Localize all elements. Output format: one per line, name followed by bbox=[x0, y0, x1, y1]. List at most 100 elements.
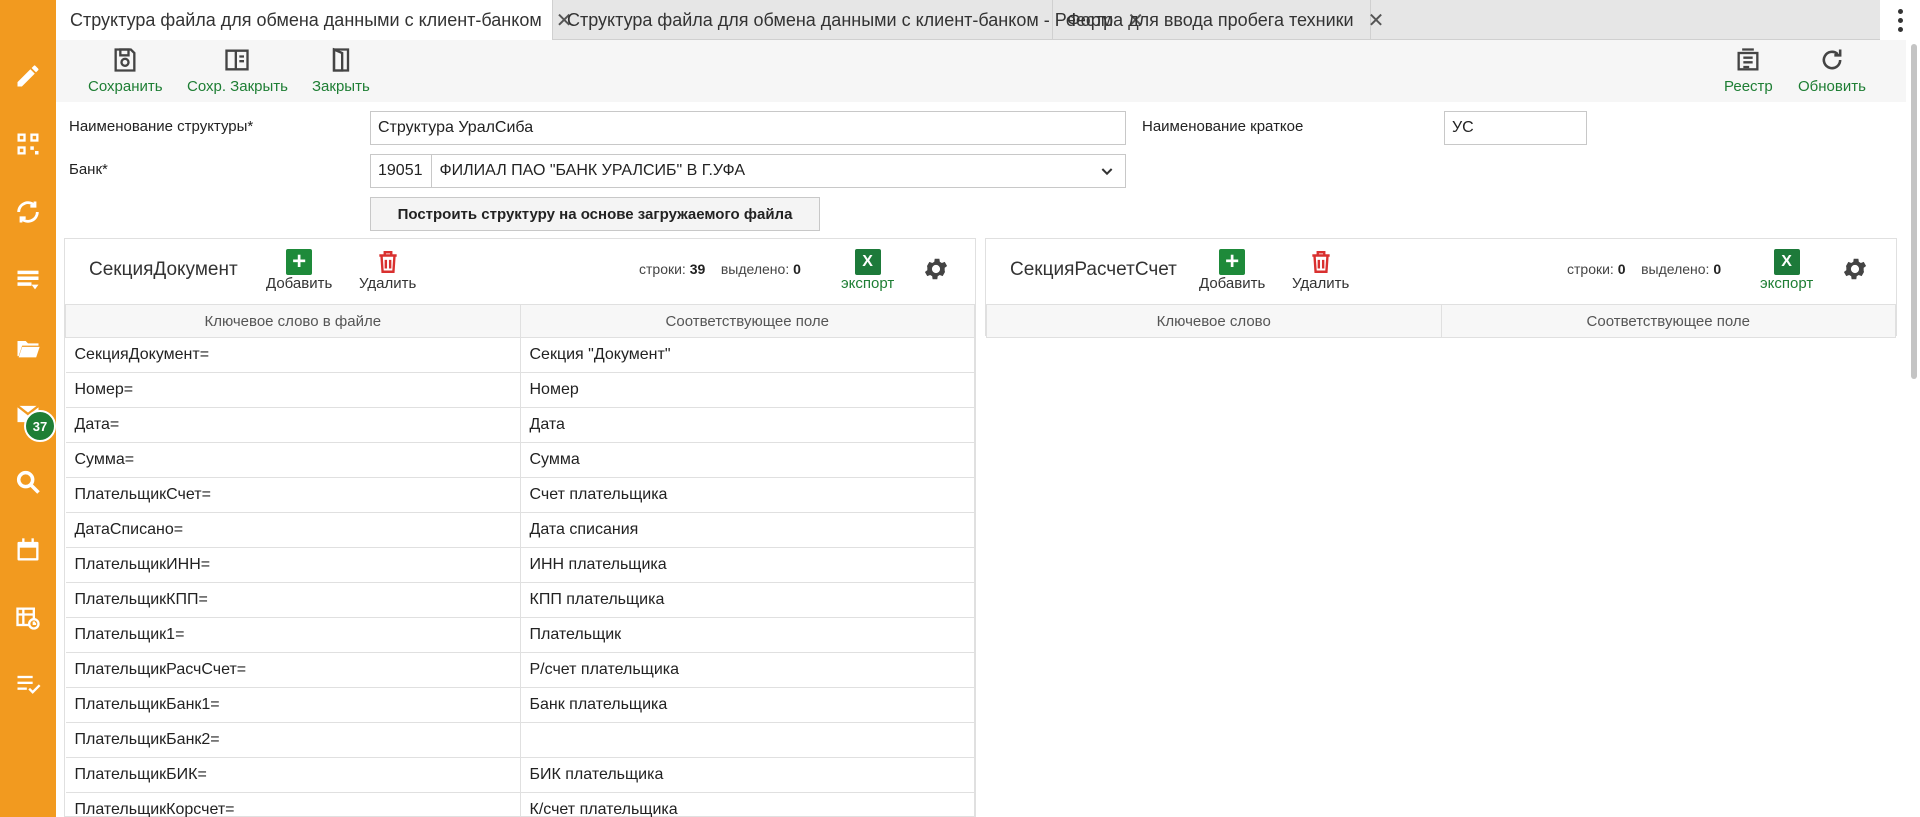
field-cell[interactable]: Банк плательщика bbox=[520, 687, 975, 723]
table-row[interactable]: Сумма= Сумма bbox=[65, 442, 975, 478]
document-section-table: Ключевое слово в файле Соответствующее п… bbox=[65, 304, 975, 817]
keyword-cell[interactable]: ДатаСписано= bbox=[65, 512, 521, 548]
column-header-field[interactable]: Соответствующее поле bbox=[519, 304, 975, 338]
table-row[interactable]: Дата= Дата bbox=[65, 407, 975, 443]
field-cell[interactable]: БИК плательщика bbox=[520, 757, 975, 793]
keyword-cell[interactable]: Дата= bbox=[65, 407, 521, 443]
rows-label: строки: bbox=[1567, 261, 1614, 277]
keyword-cell[interactable]: Сумма= bbox=[65, 442, 521, 478]
keyword-cell[interactable]: ПлательщикИНН= bbox=[65, 547, 521, 583]
keyword-cell[interactable]: ПлательщикБанк1= bbox=[65, 687, 521, 723]
table-row[interactable]: ПлательщикКорсчет= К/счет плательщика bbox=[65, 792, 975, 817]
field-cell[interactable] bbox=[520, 722, 975, 758]
gear-icon[interactable] bbox=[922, 255, 950, 283]
keyword-cell[interactable]: Плательщик1= bbox=[65, 617, 521, 653]
tab-structure-registry[interactable]: Структура файла для обмена данными с кли… bbox=[553, 0, 1144, 40]
refresh-icon bbox=[1822, 49, 1842, 70]
search-icon[interactable] bbox=[8, 462, 48, 502]
table-row[interactable]: ПлательщикРасчСчет= Р/счет плательщика bbox=[65, 652, 975, 688]
table-clock-icon[interactable] bbox=[8, 598, 48, 638]
more-menu-icon[interactable] bbox=[1880, 0, 1920, 40]
close-button[interactable]: Закрыть bbox=[312, 46, 370, 95]
add-row-button[interactable]: + Добавить bbox=[1199, 249, 1265, 293]
keyword-cell[interactable]: ПлательщикСчет= bbox=[65, 477, 521, 513]
structure-name-input[interactable]: Структура УралСиба bbox=[370, 111, 1126, 145]
keyword-cell[interactable]: ПлательщикБанк2= bbox=[65, 722, 521, 758]
pencil-icon[interactable] bbox=[8, 56, 48, 96]
checklist-icon[interactable] bbox=[8, 664, 48, 704]
door-icon bbox=[332, 47, 350, 72]
bank-select[interactable]: 19051 ФИЛИАЛ ПАО "БАНК УРАЛСИБ" В Г.УФА bbox=[370, 154, 1126, 188]
list-filter-icon[interactable] bbox=[8, 260, 48, 300]
panel-title: СекцияДокумент bbox=[89, 259, 238, 280]
qr-code-icon[interactable] bbox=[8, 124, 48, 164]
chevron-down-icon[interactable] bbox=[1099, 163, 1115, 179]
table-row[interactable]: Номер= Номер bbox=[65, 372, 975, 408]
table-row[interactable]: СекцияДокумент= Секция "Документ" bbox=[65, 337, 975, 373]
tab-mileage-form[interactable]: Форма для ввода пробега техники ✕ bbox=[1053, 0, 1384, 40]
tab-structure[interactable]: Структура файла для обмена данными с кли… bbox=[56, 0, 572, 41]
column-header-keyword[interactable]: Ключевое слово в файле bbox=[65, 304, 521, 338]
row-stats: строки: 39 выделено: 0 bbox=[639, 261, 801, 277]
registry-label: Реестр bbox=[1724, 78, 1773, 95]
registry-button[interactable]: Реестр bbox=[1724, 46, 1773, 95]
book-icon bbox=[225, 49, 250, 71]
delete-row-button[interactable]: Удалить bbox=[359, 249, 416, 292]
short-name-input[interactable]: УС bbox=[1444, 111, 1587, 145]
save-label: Сохранить bbox=[88, 78, 163, 95]
table-row[interactable]: ПлательщикИНН= ИНН плательщика bbox=[65, 547, 975, 583]
calendar-icon[interactable] bbox=[8, 530, 48, 570]
selected-label: выделено: bbox=[1641, 261, 1710, 277]
add-row-button[interactable]: + Добавить bbox=[266, 249, 332, 293]
keyword-cell[interactable]: ПлательщикБИК= bbox=[65, 757, 521, 793]
export-button[interactable]: X экспорт bbox=[1760, 249, 1813, 292]
structure-name-label: Наименование структуры* bbox=[69, 118, 254, 135]
document-section-panel: СекцияДокумент + Добавить Удалить строки… bbox=[64, 238, 976, 817]
table-row[interactable]: ДатаСписано= Дата списания bbox=[65, 512, 975, 548]
rows-label: строки: bbox=[639, 261, 686, 277]
field-cell[interactable]: Секция "Документ" bbox=[520, 337, 975, 373]
field-cell[interactable]: Дата списания bbox=[520, 512, 975, 548]
table-row[interactable]: ПлательщикКПП= КПП плательщика bbox=[65, 582, 975, 618]
scrollbar-thumb[interactable] bbox=[1911, 44, 1917, 379]
field-cell[interactable]: Дата bbox=[520, 407, 975, 443]
bank-label: Банк* bbox=[69, 161, 108, 178]
table-row[interactable]: ПлательщикСчет= Счет плательщика bbox=[65, 477, 975, 513]
build-structure-button[interactable]: Построить структуру на основе загружаемо… bbox=[370, 197, 820, 231]
delete-row-button[interactable]: Удалить bbox=[1292, 249, 1349, 292]
keyword-cell[interactable]: ПлательщикКПП= bbox=[65, 582, 521, 618]
table-row[interactable]: ПлательщикБанк1= Банк плательщика bbox=[65, 687, 975, 723]
account-section-panel: СекцияРасчетСчет + Добавить Удалить стро… bbox=[985, 238, 1897, 338]
keyword-cell[interactable]: ПлательщикРасчСчет= bbox=[65, 652, 521, 688]
close-icon[interactable]: ✕ bbox=[1368, 8, 1385, 33]
sync-icon[interactable] bbox=[8, 192, 48, 232]
field-cell[interactable]: КПП плательщика bbox=[520, 582, 975, 618]
gear-icon[interactable] bbox=[1841, 255, 1869, 283]
export-button[interactable]: X экспорт bbox=[841, 249, 894, 292]
keyword-cell[interactable]: ПлательщикКорсчет= bbox=[65, 792, 521, 817]
save-button[interactable]: Сохранить bbox=[88, 46, 163, 95]
bank-code: 19051 bbox=[378, 155, 432, 187]
field-cell[interactable]: Номер bbox=[520, 372, 975, 408]
folder-open-icon[interactable] bbox=[8, 328, 48, 368]
save-close-button[interactable]: Сохр. Закрыть bbox=[187, 46, 288, 95]
column-header-keyword[interactable]: Ключевое слово bbox=[986, 304, 1442, 338]
table-row[interactable]: Плательщик1= Плательщик bbox=[65, 617, 975, 653]
keyword-cell[interactable]: СекцияДокумент= bbox=[65, 337, 521, 373]
field-cell[interactable]: ИНН плательщика bbox=[520, 547, 975, 583]
field-cell[interactable]: Счет плательщика bbox=[520, 477, 975, 513]
keyword-cell[interactable]: Номер= bbox=[65, 372, 521, 408]
bank-name: ФИЛИАЛ ПАО "БАНК УРАЛСИБ" В Г.УФА bbox=[439, 162, 746, 179]
rows-count: 0 bbox=[1617, 261, 1626, 277]
field-cell[interactable]: Плательщик bbox=[520, 617, 975, 653]
tab-bar: Структура файла для обмена данными с кли… bbox=[56, 0, 1920, 41]
table-row[interactable]: ПлательщикБИК= БИК плательщика bbox=[65, 757, 975, 793]
field-cell[interactable]: К/счет плательщика bbox=[520, 792, 975, 817]
trash-icon bbox=[378, 251, 397, 273]
tab-label: Форма для ввода пробега техники bbox=[1067, 9, 1354, 30]
field-cell[interactable]: Сумма bbox=[520, 442, 975, 478]
field-cell[interactable]: Р/счет плательщика bbox=[520, 652, 975, 688]
column-header-field[interactable]: Соответствующее поле bbox=[1440, 304, 1896, 338]
table-row[interactable]: ПлательщикБанк2= bbox=[65, 722, 975, 758]
refresh-button[interactable]: Обновить bbox=[1798, 46, 1866, 95]
